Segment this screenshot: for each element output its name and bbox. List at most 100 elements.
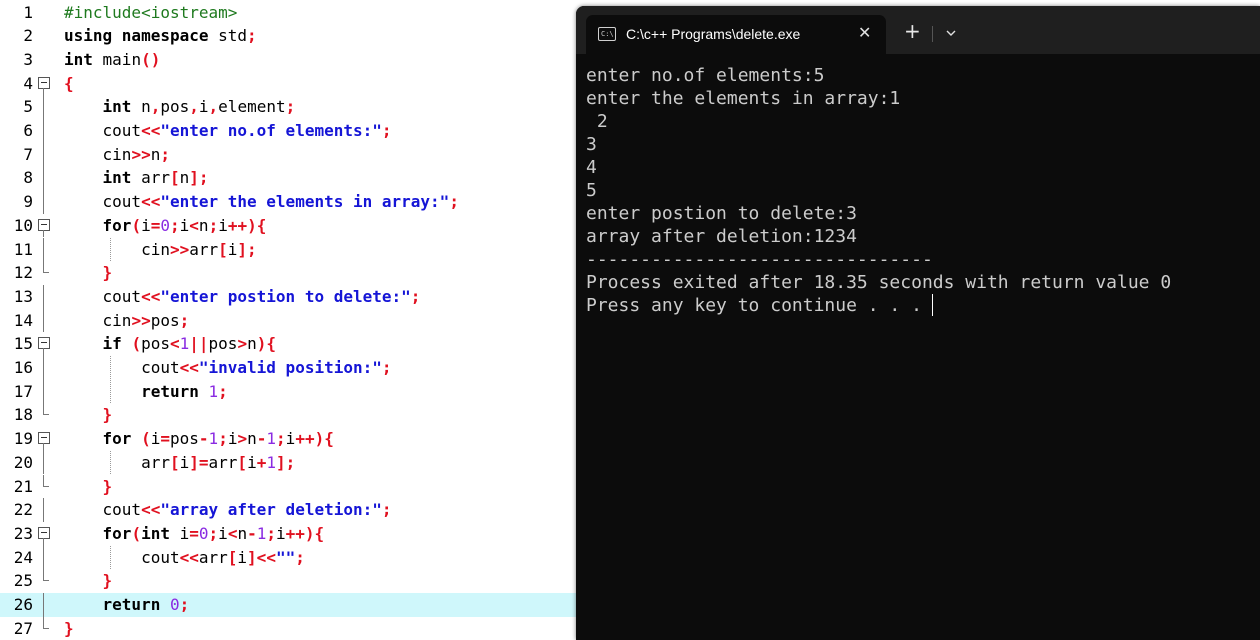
new-tab-button[interactable]: + bbox=[904, 20, 921, 42]
code-token: } bbox=[102, 571, 113, 591]
code-text: cin>>pos; bbox=[64, 309, 190, 333]
code-token: , bbox=[208, 97, 219, 117]
code-token: ; bbox=[179, 595, 190, 614]
fold-toggle-icon[interactable] bbox=[38, 72, 50, 96]
chevron-down-icon[interactable] bbox=[942, 24, 960, 42]
code-line[interactable]: 23 for(int i=0;i<n-1;i++){ bbox=[0, 522, 576, 546]
code-text: if (pos<1||pos>n){ bbox=[64, 332, 276, 356]
code-line[interactable]: 7 cin>>n; bbox=[0, 142, 576, 167]
code-token: ; bbox=[285, 97, 296, 117]
code-token: || bbox=[189, 334, 209, 354]
code-line[interactable]: 19 for (i=pos-1;i>n-1;i++){ bbox=[0, 427, 576, 451]
code-token: arr bbox=[64, 452, 170, 472]
code-line[interactable]: 22 cout<<"array after deletion:"; bbox=[0, 498, 576, 522]
code-text: for(i=0;i<n;i++){ bbox=[64, 214, 267, 238]
fold-toggle-icon[interactable] bbox=[38, 427, 50, 451]
text-cursor bbox=[931, 294, 933, 316]
code-token: int bbox=[102, 97, 132, 117]
code-text: cout<<"enter postion to delete:"; bbox=[64, 285, 421, 309]
code-line[interactable]: 16 cout<<"invalid position:"; bbox=[0, 356, 576, 380]
terminal-titlebar[interactable]: C:\ C:\c++ Programs\delete.exe ✕ + bbox=[576, 6, 1260, 54]
code-token: cout bbox=[64, 121, 142, 140]
code-line[interactable]: 15 if (pos<1||pos>n){ bbox=[0, 332, 576, 356]
code-line[interactable]: 12 } bbox=[0, 261, 576, 285]
code-line[interactable]: 9 cout<<"enter the elements in array:"; bbox=[0, 190, 576, 214]
code-token: [ bbox=[169, 452, 180, 472]
code-line[interactable]: 14 cin>>pos; bbox=[0, 308, 576, 333]
code-token: n bbox=[131, 97, 151, 117]
code-line[interactable]: 27} bbox=[0, 616, 576, 640]
fold-guide-icon bbox=[38, 166, 50, 191]
code-token: cout bbox=[64, 358, 180, 377]
code-token: i bbox=[179, 215, 190, 235]
code-token: ; bbox=[449, 192, 459, 212]
code-line[interactable]: 4{ bbox=[0, 72, 576, 96]
code-token: std bbox=[208, 26, 248, 46]
code-token: ; bbox=[247, 26, 257, 46]
code-token: - bbox=[247, 523, 257, 543]
code-text: cout<<"invalid position:"; bbox=[64, 356, 391, 380]
code-text: using namespace std; bbox=[64, 24, 257, 48]
code-line[interactable]: 11 cin>>arr[i]; bbox=[0, 237, 576, 262]
code-token: 0 bbox=[198, 523, 209, 543]
fold-toggle-icon[interactable] bbox=[38, 332, 50, 356]
line-number: 16 bbox=[13, 358, 33, 377]
fold-guide-icon bbox=[38, 356, 50, 380]
code-token: [ bbox=[227, 547, 238, 567]
close-icon[interactable]: ✕ bbox=[858, 23, 871, 43]
code-token: 0 bbox=[169, 595, 180, 614]
line-number: 11 bbox=[13, 239, 33, 259]
code-token: "array after deletion:" bbox=[160, 500, 382, 520]
code-token: pos bbox=[208, 334, 238, 354]
code-line[interactable]: 13 cout<<"enter postion to delete:"; bbox=[0, 284, 576, 309]
code-line[interactable]: 20 arr[i]=arr[i+1]; bbox=[0, 450, 576, 475]
console-line: enter the elements in array:1 bbox=[586, 88, 901, 109]
code-line[interactable]: 6 cout<<"enter no.of elements:"; bbox=[0, 119, 576, 143]
code-editor[interactable]: 1 #include<iostream> 2 using namespace std;… bbox=[0, 0, 576, 640]
line-number: 13 bbox=[13, 286, 33, 306]
code-line[interactable]: 8 int arr[n]; bbox=[0, 166, 576, 191]
code-text: int n,pos,i,element; bbox=[64, 95, 296, 119]
terminal-window[interactable]: C:\ C:\c++ Programs\delete.exe ✕ + enter… bbox=[576, 6, 1260, 640]
fold-toggle-icon[interactable] bbox=[38, 522, 50, 546]
code-text: } bbox=[64, 261, 113, 285]
code-token: << bbox=[179, 358, 199, 377]
code-token: cout bbox=[64, 547, 180, 567]
code-text: cin>>n; bbox=[64, 143, 170, 167]
code-line[interactable]: 2 using namespace std; bbox=[0, 24, 576, 48]
console-line: -------------------------------- bbox=[586, 249, 933, 270]
code-line[interactable]: 1 #include<iostream> bbox=[0, 1, 576, 25]
code-line[interactable]: 10 for(i=0;i<n;i++){ bbox=[0, 214, 576, 238]
console-output[interactable]: enter no.of elements:5 enter the elements… bbox=[586, 64, 1256, 317]
code-line[interactable]: 24 cout<<arr[i]<<""; bbox=[0, 545, 576, 570]
code-line[interactable]: 26 return 0; bbox=[0, 593, 576, 617]
code-token: n bbox=[198, 215, 209, 235]
code-token: ; bbox=[218, 429, 228, 449]
code-token: i bbox=[237, 547, 248, 567]
code-line[interactable]: 18 } bbox=[0, 403, 576, 427]
code-token: , bbox=[189, 97, 199, 117]
indent-guide bbox=[110, 545, 111, 570]
code-token: n bbox=[237, 523, 248, 543]
code-token: , bbox=[150, 97, 161, 117]
line-number: 15 bbox=[13, 334, 33, 354]
code-text: cin>>arr[i]; bbox=[64, 238, 257, 262]
code-token: i bbox=[247, 452, 257, 472]
code-line[interactable]: 3 int main() bbox=[0, 48, 576, 72]
fold-guide-icon bbox=[38, 119, 50, 143]
fold-toggle-icon[interactable] bbox=[38, 214, 50, 238]
code-line[interactable]: 25 } bbox=[0, 569, 576, 593]
terminal-tab[interactable]: C:\ C:\c++ Programs\delete.exe ✕ bbox=[586, 15, 886, 54]
fold-guide-icon bbox=[38, 190, 50, 214]
code-token: i bbox=[179, 452, 190, 472]
code-line[interactable]: 21 } bbox=[0, 474, 576, 499]
code-line[interactable]: 5 int n,pos,i,element; bbox=[0, 95, 576, 119]
fold-guide-icon bbox=[38, 237, 50, 262]
code-token: } bbox=[102, 263, 113, 283]
code-line[interactable]: 17 return 1; bbox=[0, 379, 576, 404]
code-token: cout bbox=[64, 500, 142, 520]
